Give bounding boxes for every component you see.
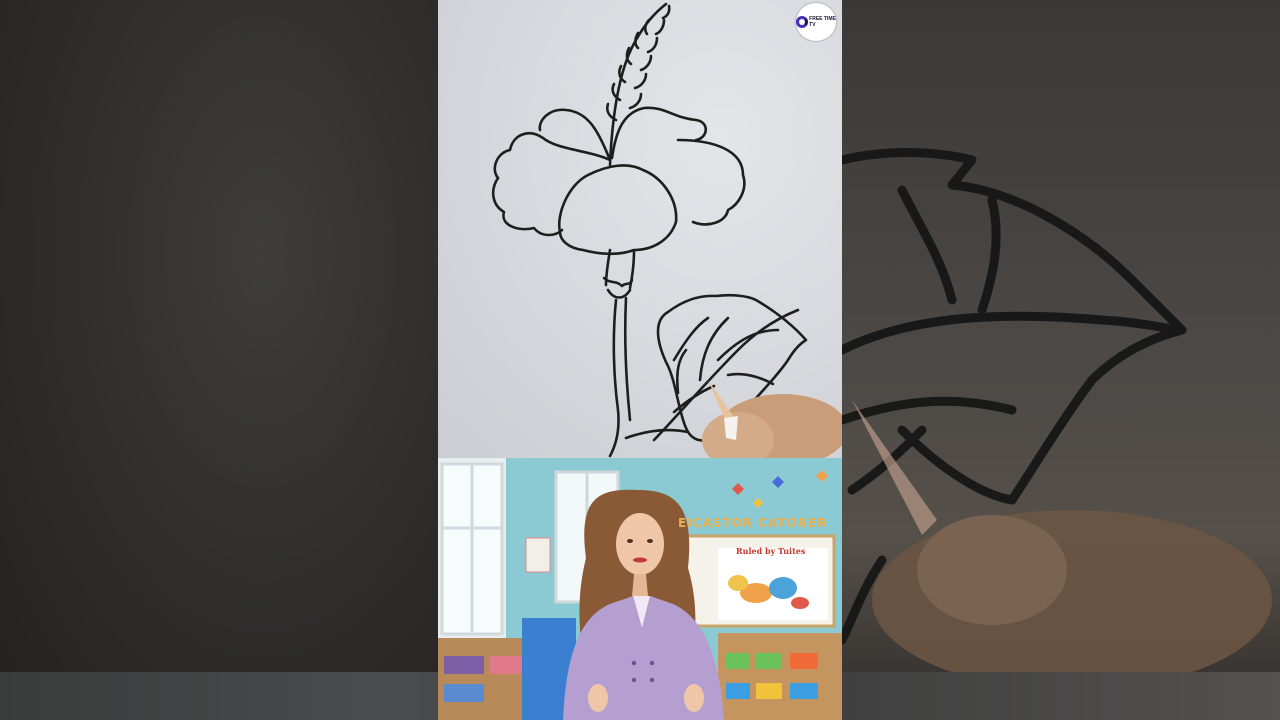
channel-logo-badge[interactable]: FREE TIME TV	[796, 3, 836, 41]
blurred-backdrop-left	[0, 0, 438, 720]
logo-ring-icon	[796, 16, 809, 28]
video-player[interactable]: EICASTOR CATORER Ruled by Tuites FREE TI…	[0, 0, 1280, 720]
classroom-poster-title: Ruled by Tuites	[736, 546, 806, 556]
logo-subtext: TV	[809, 22, 816, 28]
blurred-backdrop-right	[842, 0, 1280, 720]
classroom-board-banner: EICASTOR CATORER	[678, 516, 828, 530]
classroom-presenter-scene: EICASTOR CATORER Ruled by Tuites	[438, 458, 842, 720]
drawing-paper	[438, 0, 842, 458]
shorts-video-frame[interactable]: EICASTOR CATORER Ruled by Tuites	[438, 0, 842, 720]
